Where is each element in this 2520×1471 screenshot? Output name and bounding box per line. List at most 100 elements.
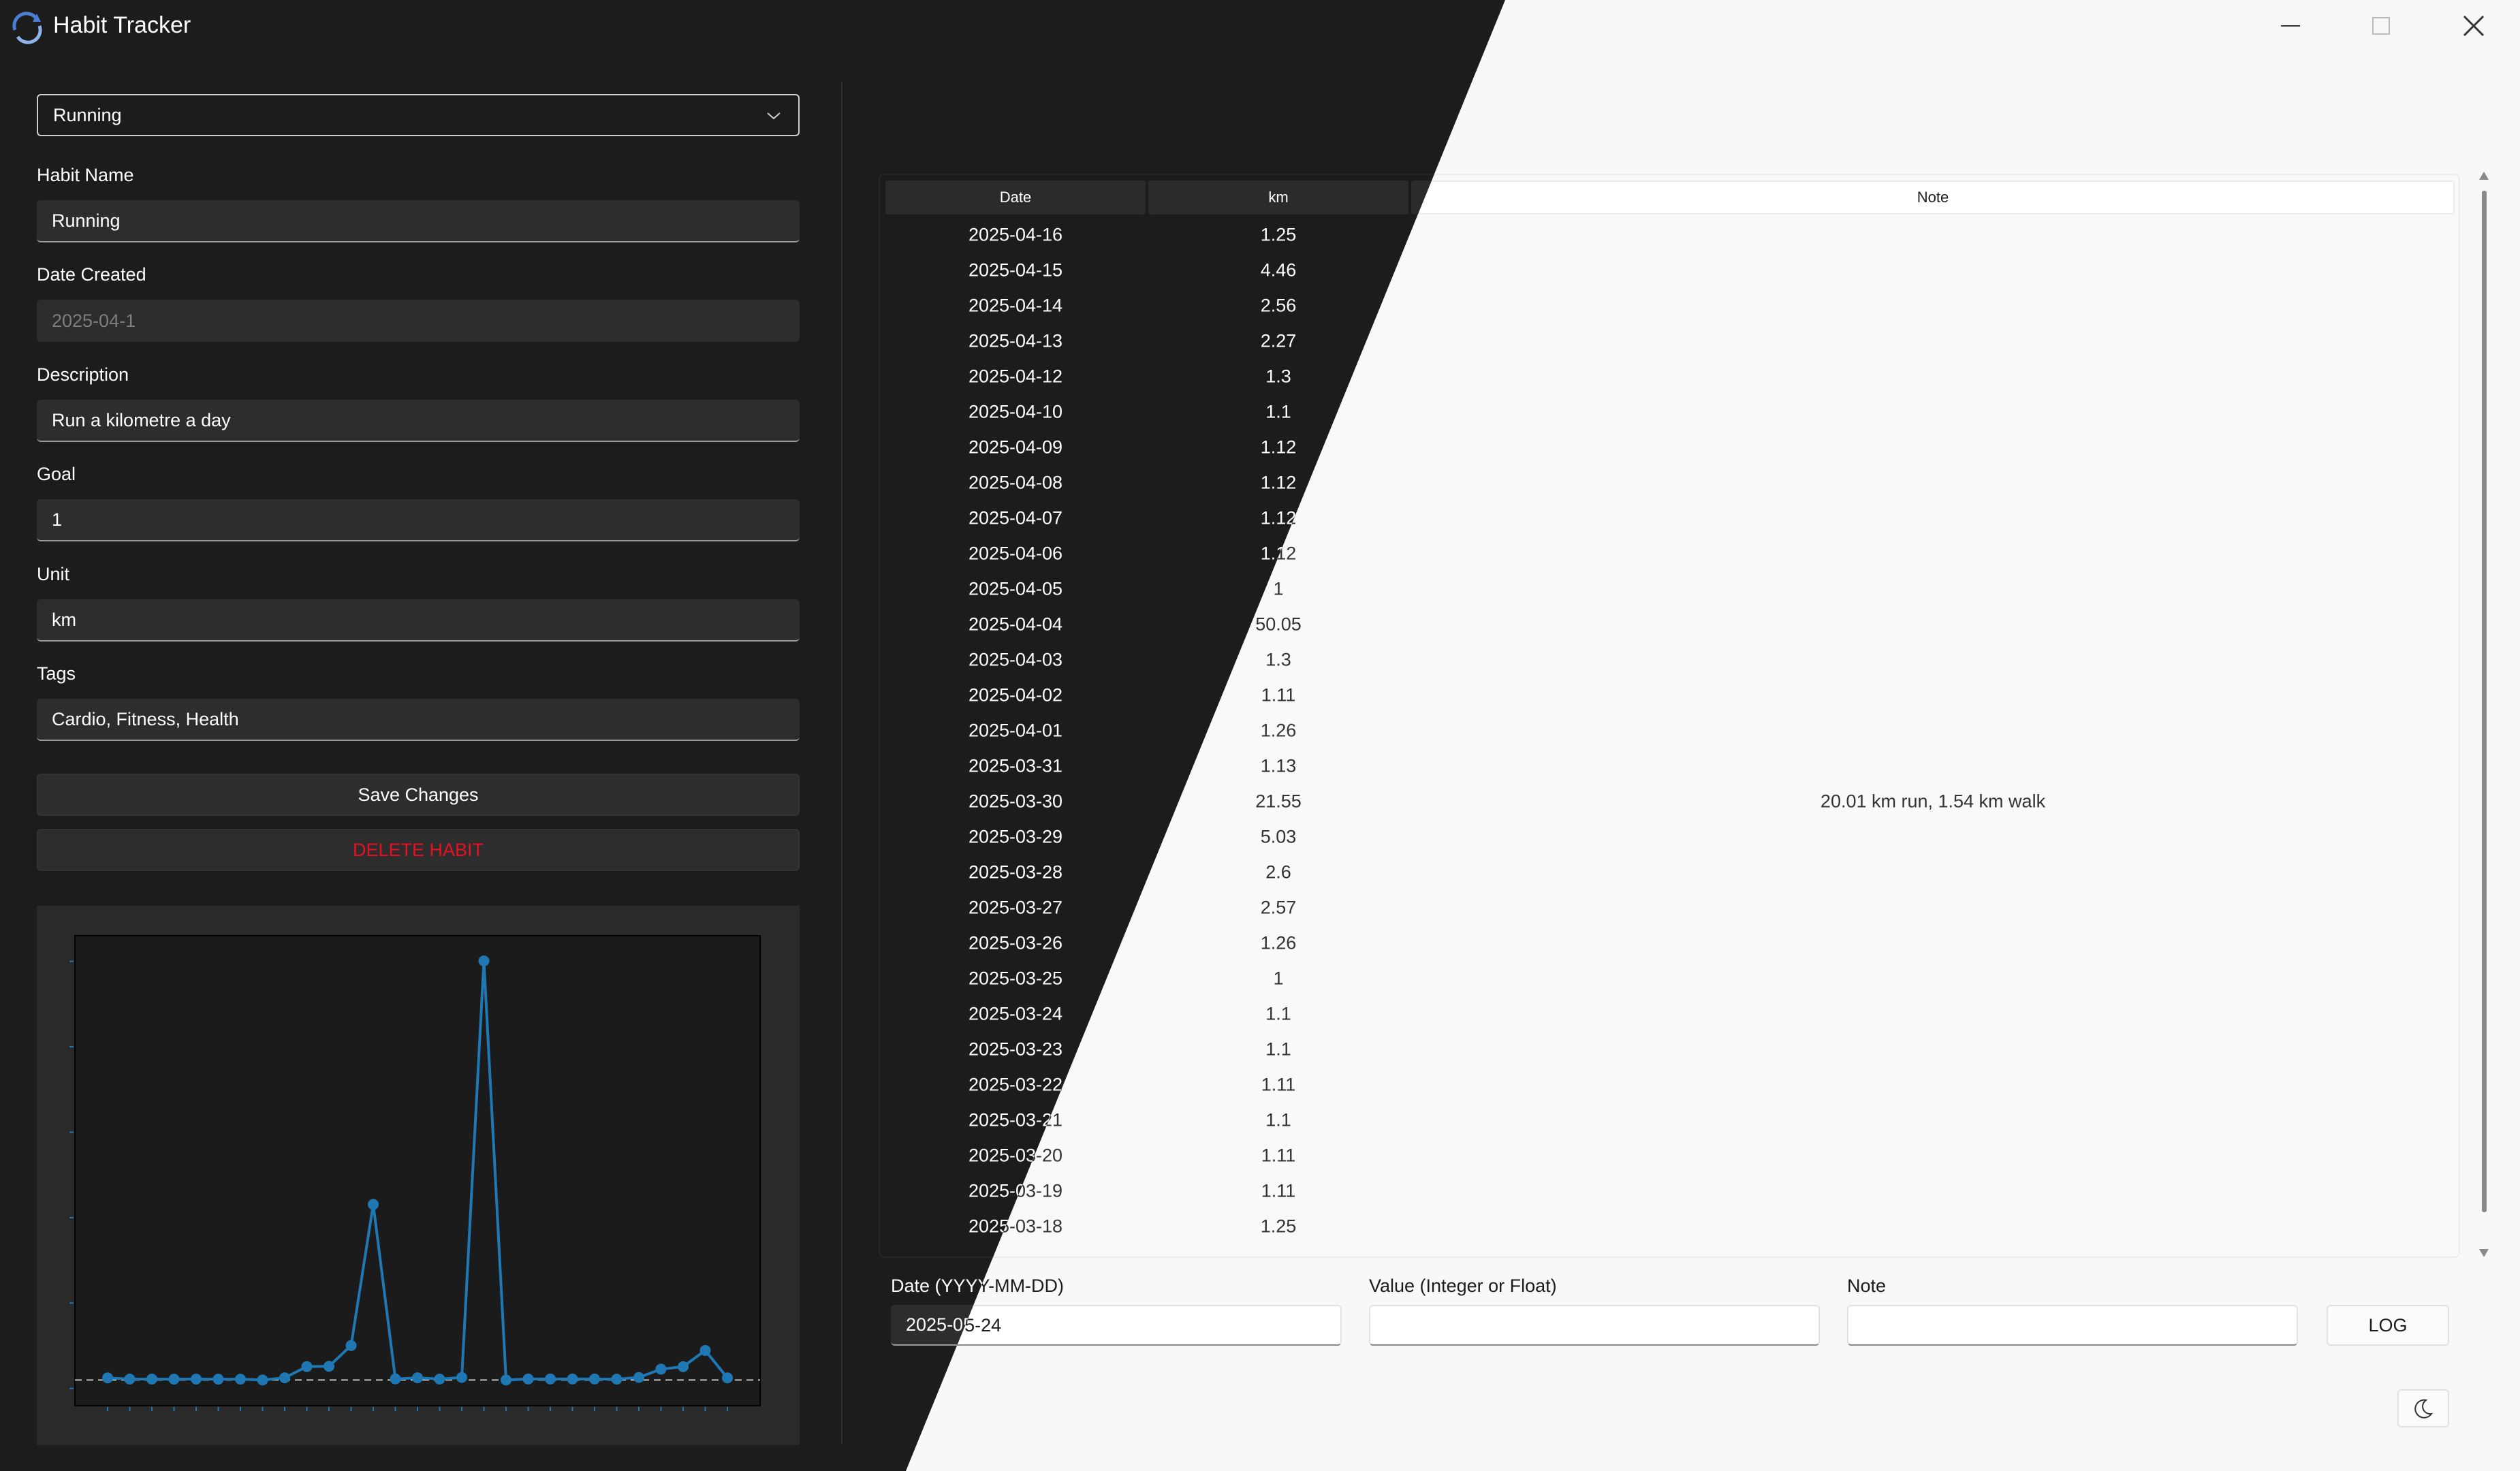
table-cell-date[interactable]: 2025-04-06 xyxy=(885,543,1146,565)
table-cell-date[interactable]: 2025-04-14 xyxy=(885,296,1146,317)
table-cell-date[interactable]: 2025-04-02 xyxy=(885,685,1146,706)
data-point xyxy=(124,1373,136,1385)
data-point xyxy=(345,1340,357,1351)
table-cell-value[interactable]: 5.03 xyxy=(1148,827,1408,848)
data-point xyxy=(501,1374,511,1386)
data-point xyxy=(102,1372,113,1384)
table-scrollbar[interactable] xyxy=(2474,170,2494,1260)
data-point xyxy=(434,1373,445,1385)
data-point xyxy=(191,1373,202,1385)
data-point xyxy=(456,1372,467,1383)
log-value-label: Value (Integer or Float) xyxy=(1369,1276,1557,1296)
data-point xyxy=(257,1374,268,1386)
table-cell-note[interactable]: 20.01 km run, 1.54 km walk xyxy=(1411,791,2455,812)
panel-divider xyxy=(841,82,842,1444)
table-cell-value[interactable]: 1.1 xyxy=(1148,1110,1408,1131)
data-point xyxy=(633,1372,644,1383)
delete-habit-button[interactable]: DELETE HABIT xyxy=(37,829,800,871)
table-cell-value[interactable]: 21.55 xyxy=(1148,791,1408,812)
log-button[interactable]: LOG xyxy=(2327,1305,2449,1346)
tags-label: Tags xyxy=(37,663,76,684)
table-cell-value[interactable]: 1.1 xyxy=(1148,1039,1408,1060)
theme-toggle-button[interactable] xyxy=(2397,1389,2449,1427)
table-cell-value[interactable]: 1.1 xyxy=(1148,1004,1408,1025)
table-cell-value[interactable]: 1.25 xyxy=(1148,225,1408,246)
table-cell-value[interactable]: 1.11 xyxy=(1148,1075,1408,1096)
table-cell-value[interactable]: 2.56 xyxy=(1148,296,1408,317)
moon-icon xyxy=(2414,1399,2434,1419)
table-cell-date[interactable]: 2025-04-09 xyxy=(885,437,1146,458)
column-header-date[interactable]: Date xyxy=(885,180,1146,215)
minimize-icon[interactable] xyxy=(2278,14,2303,38)
table-cell-value[interactable]: 4.46 xyxy=(1148,260,1408,281)
table-cell-date[interactable]: 2025-04-08 xyxy=(885,473,1146,494)
description-input[interactable]: Run a kilometre a day xyxy=(37,400,800,442)
log-value-input[interactable] xyxy=(1369,1305,1820,1346)
chevron-down-icon xyxy=(767,112,781,120)
column-header-value[interactable]: km xyxy=(1148,180,1408,215)
habit-name-input[interactable]: Running xyxy=(37,200,800,242)
table-cell-value[interactable]: 2.57 xyxy=(1148,898,1408,919)
data-point xyxy=(522,1373,534,1385)
table-cell-date[interactable]: 2025-03-28 xyxy=(885,862,1146,883)
table-cell-date[interactable]: 2025-04-07 xyxy=(885,508,1146,529)
table-cell-date[interactable]: 2025-04-03 xyxy=(885,650,1146,671)
table-cell-date[interactable]: 2025-04-12 xyxy=(885,366,1146,387)
habit-select[interactable]: Running xyxy=(37,94,800,136)
data-point xyxy=(279,1372,290,1384)
tags-input[interactable]: Cardio, Fitness, Health xyxy=(37,699,800,741)
table-cell-date[interactable]: 2025-04-01 xyxy=(885,721,1146,742)
table-cell-date[interactable]: 2025-03-31 xyxy=(885,756,1146,777)
table-cell-date[interactable]: 2025-04-13 xyxy=(885,331,1146,352)
data-point xyxy=(212,1374,224,1385)
window-title: Habit Tracker xyxy=(53,12,191,38)
habit-name-label: Habit Name xyxy=(37,165,134,185)
plot-area xyxy=(74,935,761,1406)
table-cell-date[interactable]: 2025-04-04 xyxy=(885,614,1146,635)
chart-svg xyxy=(69,935,761,1411)
data-point xyxy=(390,1373,401,1385)
close-icon[interactable] xyxy=(2460,12,2487,39)
date-created-label: Date Created xyxy=(37,264,146,285)
habit-tracker-logo-icon xyxy=(10,10,45,48)
log-note-input[interactable] xyxy=(1847,1305,2298,1346)
data-point xyxy=(168,1374,180,1385)
date-created-input: 2025-04-1 xyxy=(37,300,800,342)
column-header-note[interactable]: Note xyxy=(1411,180,2455,215)
data-point xyxy=(722,1372,733,1384)
unit-input[interactable]: km xyxy=(37,599,800,642)
table-cell-date[interactable]: 2025-04-16 xyxy=(885,225,1146,246)
table-cell-date[interactable]: 2025-04-10 xyxy=(885,402,1146,423)
data-point xyxy=(146,1373,157,1385)
data-point xyxy=(368,1199,379,1210)
data-point xyxy=(478,955,490,967)
data-point xyxy=(235,1374,246,1385)
unit-label: Unit xyxy=(37,564,70,584)
table-cell-value[interactable]: 2.6 xyxy=(1148,862,1408,883)
data-point xyxy=(589,1373,600,1385)
table-cell-date[interactable]: 2025-03-30 xyxy=(885,791,1146,812)
data-point xyxy=(699,1344,711,1356)
data-point xyxy=(611,1374,623,1385)
table-cell-value[interactable]: 1.26 xyxy=(1148,933,1408,954)
progress-chart xyxy=(37,906,800,1445)
table-cell-date[interactable]: 2025-03-27 xyxy=(885,898,1146,919)
table-cell-date[interactable]: 2025-04-05 xyxy=(885,579,1146,600)
goal-input[interactable]: 1 xyxy=(37,499,800,541)
table-cell-date[interactable]: 2025-04-15 xyxy=(885,260,1146,281)
data-point xyxy=(567,1373,578,1385)
table-cell-value[interactable]: 1.25 xyxy=(1148,1216,1408,1237)
description-label: Description xyxy=(37,364,129,385)
maximize-icon[interactable] xyxy=(2369,14,2393,38)
table-cell-value[interactable]: 1 xyxy=(1148,968,1408,990)
data-point xyxy=(545,1373,556,1385)
data-point xyxy=(324,1361,334,1372)
table-cell-date[interactable]: 2025-03-26 xyxy=(885,933,1146,954)
table-cell-value[interactable]: 1.11 xyxy=(1148,1145,1408,1167)
table-cell-value[interactable]: 1.11 xyxy=(1148,1181,1408,1202)
goal-label: Goal xyxy=(37,464,76,484)
table-cell-date[interactable]: 2025-03-29 xyxy=(885,827,1146,848)
save-changes-button[interactable]: Save Changes xyxy=(37,774,800,816)
data-point xyxy=(301,1361,313,1372)
data-point xyxy=(412,1372,423,1384)
